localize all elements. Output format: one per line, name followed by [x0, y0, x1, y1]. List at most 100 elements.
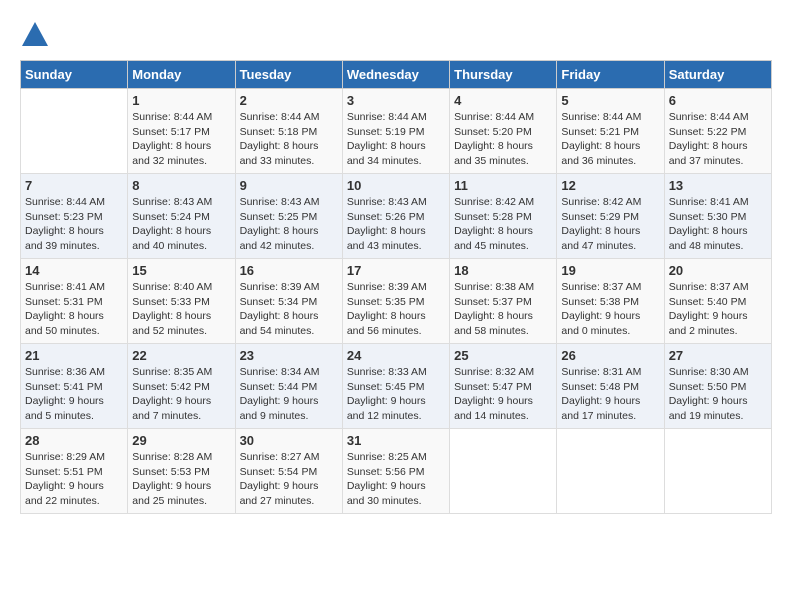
day-number: 13: [669, 178, 767, 193]
calendar-cell: 27 Sunrise: 8:30 AM Sunset: 5:50 PM Dayli…: [664, 344, 771, 429]
calendar-day-header: Saturday: [664, 61, 771, 89]
cell-content: Sunrise: 8:36 AM Sunset: 5:41 PM Dayligh…: [25, 365, 123, 424]
day-number: 3: [347, 93, 445, 108]
calendar-cell: 30 Sunrise: 8:27 AM Sunset: 5:54 PM Dayli…: [235, 429, 342, 514]
calendar-cell: 14 Sunrise: 8:41 AM Sunset: 5:31 PM Dayli…: [21, 259, 128, 344]
cell-content: Sunrise: 8:40 AM Sunset: 5:33 PM Dayligh…: [132, 280, 230, 339]
cell-content: Sunrise: 8:44 AM Sunset: 5:18 PM Dayligh…: [240, 110, 338, 169]
calendar-cell: 22 Sunrise: 8:35 AM Sunset: 5:42 PM Dayli…: [128, 344, 235, 429]
cell-content: Sunrise: 8:44 AM Sunset: 5:21 PM Dayligh…: [561, 110, 659, 169]
cell-content: Sunrise: 8:44 AM Sunset: 5:23 PM Dayligh…: [25, 195, 123, 254]
day-number: 9: [240, 178, 338, 193]
calendar-day-header: Thursday: [450, 61, 557, 89]
cell-content: Sunrise: 8:39 AM Sunset: 5:35 PM Dayligh…: [347, 280, 445, 339]
cell-content: Sunrise: 8:43 AM Sunset: 5:25 PM Dayligh…: [240, 195, 338, 254]
cell-content: Sunrise: 8:34 AM Sunset: 5:44 PM Dayligh…: [240, 365, 338, 424]
cell-content: Sunrise: 8:33 AM Sunset: 5:45 PM Dayligh…: [347, 365, 445, 424]
cell-content: Sunrise: 8:41 AM Sunset: 5:31 PM Dayligh…: [25, 280, 123, 339]
calendar-cell: 8 Sunrise: 8:43 AM Sunset: 5:24 PM Daylig…: [128, 174, 235, 259]
calendar-cell: 19Sunrise: 8:37 AM Sunset: 5:38 PM Dayli…: [557, 259, 664, 344]
calendar-cell: 28 Sunrise: 8:29 AM Sunset: 5:51 PM Dayli…: [21, 429, 128, 514]
cell-content: Sunrise: 8:27 AM Sunset: 5:54 PM Dayligh…: [240, 450, 338, 509]
calendar-cell: 6 Sunrise: 8:44 AM Sunset: 5:22 PM Daylig…: [664, 89, 771, 174]
calendar-week-row: 14 Sunrise: 8:41 AM Sunset: 5:31 PM Dayli…: [21, 259, 772, 344]
calendar-cell: 25 Sunrise: 8:32 AM Sunset: 5:47 PM Dayli…: [450, 344, 557, 429]
day-number: 8: [132, 178, 230, 193]
day-number: 21: [25, 348, 123, 363]
calendar-week-row: 21 Sunrise: 8:36 AM Sunset: 5:41 PM Dayli…: [21, 344, 772, 429]
calendar-cell: 10 Sunrise: 8:43 AM Sunset: 5:26 PM Dayli…: [342, 174, 449, 259]
day-number: 22: [132, 348, 230, 363]
day-number: 7: [25, 178, 123, 193]
calendar-cell: [664, 429, 771, 514]
cell-content: Sunrise: 8:44 AM Sunset: 5:19 PM Dayligh…: [347, 110, 445, 169]
cell-content: Sunrise: 8:41 AM Sunset: 5:30 PM Dayligh…: [669, 195, 767, 254]
calendar-cell: 1 Sunrise: 8:44 AM Sunset: 5:17 PM Daylig…: [128, 89, 235, 174]
calendar-cell: 7 Sunrise: 8:44 AM Sunset: 5:23 PM Daylig…: [21, 174, 128, 259]
calendar-cell: 4 Sunrise: 8:44 AM Sunset: 5:20 PM Daylig…: [450, 89, 557, 174]
day-number: 29: [132, 433, 230, 448]
calendar-table: SundayMondayTuesdayWednesdayThursdayFrid…: [20, 60, 772, 514]
calendar-cell: 31Sunrise: 8:25 AM Sunset: 5:56 PM Dayli…: [342, 429, 449, 514]
day-number: 27: [669, 348, 767, 363]
calendar-cell: 12 Sunrise: 8:42 AM Sunset: 5:29 PM Dayli…: [557, 174, 664, 259]
cell-content: Sunrise: 8:42 AM Sunset: 5:29 PM Dayligh…: [561, 195, 659, 254]
calendar-cell: 5 Sunrise: 8:44 AM Sunset: 5:21 PM Daylig…: [557, 89, 664, 174]
calendar-cell: 17 Sunrise: 8:39 AM Sunset: 5:35 PM Dayli…: [342, 259, 449, 344]
day-number: 10: [347, 178, 445, 193]
calendar-week-row: 28 Sunrise: 8:29 AM Sunset: 5:51 PM Dayli…: [21, 429, 772, 514]
day-number: 12: [561, 178, 659, 193]
calendar-cell: 15 Sunrise: 8:40 AM Sunset: 5:33 PM Dayli…: [128, 259, 235, 344]
calendar-cell: 16Sunrise: 8:39 AM Sunset: 5:34 PM Dayli…: [235, 259, 342, 344]
logo-icon: [20, 20, 50, 50]
calendar-cell: 24 Sunrise: 8:33 AM Sunset: 5:45 PM Dayli…: [342, 344, 449, 429]
calendar-cell: 20Sunrise: 8:37 AM Sunset: 5:40 PM Dayli…: [664, 259, 771, 344]
cell-content: Sunrise: 8:44 AM Sunset: 5:22 PM Dayligh…: [669, 110, 767, 169]
cell-content: Sunrise: 8:32 AM Sunset: 5:47 PM Dayligh…: [454, 365, 552, 424]
day-number: 30: [240, 433, 338, 448]
cell-content: Sunrise: 8:25 AM Sunset: 5:56 PM Dayligh…: [347, 450, 445, 509]
cell-content: Sunrise: 8:43 AM Sunset: 5:24 PM Dayligh…: [132, 195, 230, 254]
cell-content: Sunrise: 8:43 AM Sunset: 5:26 PM Dayligh…: [347, 195, 445, 254]
cell-content: Sunrise: 8:38 AM Sunset: 5:37 PM Dayligh…: [454, 280, 552, 339]
calendar-week-row: 7 Sunrise: 8:44 AM Sunset: 5:23 PM Daylig…: [21, 174, 772, 259]
cell-content: Sunrise: 8:35 AM Sunset: 5:42 PM Dayligh…: [132, 365, 230, 424]
calendar-cell: 9 Sunrise: 8:43 AM Sunset: 5:25 PM Daylig…: [235, 174, 342, 259]
day-number: 11: [454, 178, 552, 193]
day-number: 18: [454, 263, 552, 278]
cell-content: Sunrise: 8:29 AM Sunset: 5:51 PM Dayligh…: [25, 450, 123, 509]
day-number: 4: [454, 93, 552, 108]
calendar-day-header: Wednesday: [342, 61, 449, 89]
day-number: 5: [561, 93, 659, 108]
cell-content: Sunrise: 8:31 AM Sunset: 5:48 PM Dayligh…: [561, 365, 659, 424]
calendar-cell: 26Sunrise: 8:31 AM Sunset: 5:48 PM Dayli…: [557, 344, 664, 429]
calendar-day-header: Friday: [557, 61, 664, 89]
calendar-cell: [450, 429, 557, 514]
calendar-week-row: 1 Sunrise: 8:44 AM Sunset: 5:17 PM Daylig…: [21, 89, 772, 174]
cell-content: Sunrise: 8:30 AM Sunset: 5:50 PM Dayligh…: [669, 365, 767, 424]
day-number: 28: [25, 433, 123, 448]
calendar-cell: 23 Sunrise: 8:34 AM Sunset: 5:44 PM Dayli…: [235, 344, 342, 429]
calendar-cell: 11 Sunrise: 8:42 AM Sunset: 5:28 PM Dayli…: [450, 174, 557, 259]
day-number: 17: [347, 263, 445, 278]
calendar-cell: 2Sunrise: 8:44 AM Sunset: 5:18 PM Daylig…: [235, 89, 342, 174]
calendar-cell: [21, 89, 128, 174]
day-number: 25: [454, 348, 552, 363]
calendar-header-row: SundayMondayTuesdayWednesdayThursdayFrid…: [21, 61, 772, 89]
logo: [20, 20, 52, 50]
calendar-cell: [557, 429, 664, 514]
day-number: 1: [132, 93, 230, 108]
day-number: 24: [347, 348, 445, 363]
cell-content: Sunrise: 8:42 AM Sunset: 5:28 PM Dayligh…: [454, 195, 552, 254]
day-number: 14: [25, 263, 123, 278]
calendar-cell: 29 Sunrise: 8:28 AM Sunset: 5:53 PM Dayli…: [128, 429, 235, 514]
day-number: 6: [669, 93, 767, 108]
day-number: 15: [132, 263, 230, 278]
day-number: 23: [240, 348, 338, 363]
cell-content: Sunrise: 8:44 AM Sunset: 5:17 PM Dayligh…: [132, 110, 230, 169]
cell-content: Sunrise: 8:28 AM Sunset: 5:53 PM Dayligh…: [132, 450, 230, 509]
calendar-day-header: Monday: [128, 61, 235, 89]
cell-content: Sunrise: 8:37 AM Sunset: 5:38 PM Dayligh…: [561, 280, 659, 339]
cell-content: Sunrise: 8:44 AM Sunset: 5:20 PM Dayligh…: [454, 110, 552, 169]
calendar-day-header: Sunday: [21, 61, 128, 89]
